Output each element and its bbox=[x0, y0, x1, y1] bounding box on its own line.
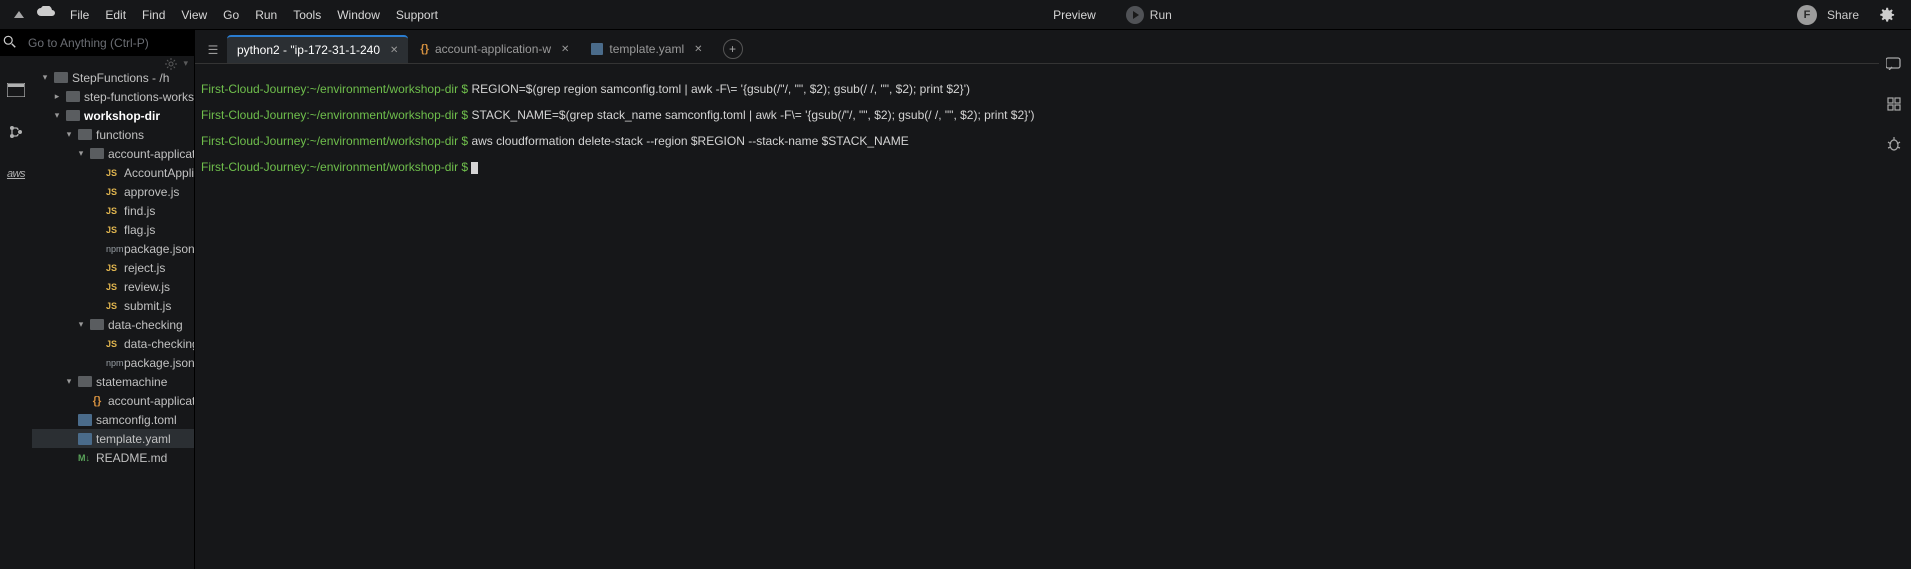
tree-toggle-icon[interactable]: ▾ bbox=[183, 58, 188, 73]
tree-file-readme[interactable]: M↓README.md bbox=[32, 448, 194, 467]
play-icon bbox=[1126, 6, 1144, 24]
goto-anything-input[interactable]: Go to Anything (Ctrl-P) bbox=[28, 36, 149, 50]
terminal-cmd-3: aws cloudformation delete-stack --region… bbox=[468, 134, 909, 148]
yaml-icon bbox=[591, 43, 603, 55]
js-icon: JS bbox=[106, 301, 120, 311]
tree-file-account-app-json[interactable]: {}account-applicatio bbox=[32, 391, 194, 410]
js-icon: JS bbox=[106, 339, 120, 349]
folder-icon bbox=[54, 72, 68, 83]
gear-icon[interactable] bbox=[1877, 6, 1895, 24]
tab-label: account-application-w bbox=[435, 42, 551, 56]
terminal-cmd-1: REGION=$(grep region samconfig.toml | aw… bbox=[468, 82, 970, 96]
tree-file-data-checking-js[interactable]: JSdata-checking.js bbox=[32, 334, 194, 353]
right-icon-rail bbox=[1879, 30, 1911, 569]
debugger-icon[interactable] bbox=[1886, 136, 1904, 154]
terminal-prompt: First-Cloud-Journey:~/environment/worksh… bbox=[201, 108, 468, 122]
tab-template-yaml[interactable]: template.yaml ✕ bbox=[581, 35, 712, 63]
tab-list-icon[interactable]: ☰ bbox=[203, 43, 223, 57]
menu-file[interactable]: File bbox=[62, 0, 97, 30]
menu-tools[interactable]: Tools bbox=[285, 0, 329, 30]
tab-label: template.yaml bbox=[609, 42, 684, 56]
tab-close-icon[interactable]: ✕ bbox=[390, 45, 398, 56]
run-label: Run bbox=[1150, 8, 1172, 22]
tree-file-samconfig[interactable]: samconfig.toml bbox=[32, 410, 194, 429]
tree-folder-data-checking[interactable]: data-checking bbox=[32, 315, 194, 334]
aws-icon[interactable]: aws bbox=[6, 164, 26, 184]
terminal-cursor bbox=[471, 162, 478, 174]
menu-run[interactable]: Run bbox=[247, 0, 285, 30]
tree-file-flag[interactable]: JSflag.js bbox=[32, 220, 194, 239]
terminal-prompt: First-Cloud-Journey:~/environment/worksh… bbox=[201, 160, 468, 174]
menu-window[interactable]: Window bbox=[329, 0, 388, 30]
avatar[interactable]: F bbox=[1797, 5, 1817, 25]
left-icon-rail: aws bbox=[0, 56, 32, 569]
new-tab-button[interactable]: + bbox=[723, 39, 743, 59]
cloud9-logo-icon[interactable] bbox=[36, 6, 54, 24]
menu-support[interactable]: Support bbox=[388, 0, 446, 30]
folder-icon bbox=[78, 376, 92, 387]
file-tree: ▾ StepFunctions - /h step-functions-work… bbox=[32, 56, 195, 569]
js-icon: JS bbox=[106, 187, 120, 197]
json-icon: {} bbox=[420, 43, 429, 55]
toml-icon bbox=[78, 414, 92, 426]
folder-icon bbox=[66, 110, 80, 121]
editor-area: ☰ python2 - "ip-172-31-1-240 ✕ {} accoun… bbox=[195, 30, 1879, 569]
yaml-icon bbox=[78, 433, 92, 445]
tree-folder-workshop-dir[interactable]: workshop-dir bbox=[32, 106, 194, 125]
tab-close-icon[interactable]: ✕ bbox=[694, 44, 702, 55]
environment-icon[interactable] bbox=[6, 80, 26, 100]
tree-settings: ▾ bbox=[165, 58, 188, 73]
terminal-cmd-2: STACK_NAME=$(grep stack_name samconfig.t… bbox=[468, 108, 1034, 122]
terminal-prompt: First-Cloud-Journey:~/environment/worksh… bbox=[201, 82, 468, 96]
menu-go[interactable]: Go bbox=[215, 0, 247, 30]
tree-file-approve[interactable]: JSapprove.js bbox=[32, 182, 194, 201]
tree-folder-account-application[interactable]: account-applicatio bbox=[32, 144, 194, 163]
share-button[interactable]: Share bbox=[1817, 8, 1869, 22]
terminal-prompt: First-Cloud-Journey:~/environment/worksh… bbox=[201, 134, 468, 148]
search-icon[interactable] bbox=[0, 35, 20, 52]
menubar: File Edit Find View Go Run Tools Window … bbox=[0, 0, 1911, 30]
js-icon: JS bbox=[106, 263, 120, 273]
tree-file-package-2[interactable]: npmpackage.json bbox=[32, 353, 194, 372]
js-icon: JS bbox=[106, 225, 120, 235]
tab-close-icon[interactable]: ✕ bbox=[561, 44, 569, 55]
tree-file-template[interactable]: template.yaml bbox=[32, 429, 194, 448]
terminal[interactable]: First-Cloud-Journey:~/environment/worksh… bbox=[195, 64, 1879, 569]
tab-bar: ☰ python2 - "ip-172-31-1-240 ✕ {} accoun… bbox=[195, 30, 1879, 64]
source-control-icon[interactable] bbox=[6, 122, 26, 142]
collaborate-icon[interactable] bbox=[1886, 56, 1904, 74]
preview-button[interactable]: Preview bbox=[1041, 8, 1108, 22]
folder-icon bbox=[90, 319, 104, 330]
js-icon: JS bbox=[106, 282, 120, 292]
menu-find[interactable]: Find bbox=[134, 0, 173, 30]
tab-account-application[interactable]: {} account-application-w ✕ bbox=[410, 35, 579, 63]
tree-file-package-1[interactable]: npmpackage.json bbox=[32, 239, 194, 258]
tree-file-review[interactable]: JSreview.js bbox=[32, 277, 194, 296]
up-triangle-icon[interactable] bbox=[14, 8, 28, 22]
folder-icon bbox=[78, 129, 92, 140]
tab-label: python2 - "ip-172-31-1-240 bbox=[237, 43, 380, 57]
tree-file-reject[interactable]: JSreject.js bbox=[32, 258, 194, 277]
tree-file-account-app-js[interactable]: JSAccountApplica bbox=[32, 163, 194, 182]
js-icon: JS bbox=[106, 168, 120, 178]
tree-folder-functions[interactable]: functions bbox=[32, 125, 194, 144]
menu-view[interactable]: View bbox=[173, 0, 215, 30]
md-icon: M↓ bbox=[78, 453, 92, 463]
tree-file-submit[interactable]: JSsubmit.js bbox=[32, 296, 194, 315]
folder-icon bbox=[66, 91, 80, 102]
folder-icon bbox=[90, 148, 104, 159]
json-icon: {} bbox=[90, 395, 104, 407]
tab-terminal[interactable]: python2 - "ip-172-31-1-240 ✕ bbox=[227, 35, 408, 63]
menu-edit[interactable]: Edit bbox=[97, 0, 134, 30]
outline-icon[interactable] bbox=[1886, 96, 1904, 114]
tree-gear-icon[interactable] bbox=[165, 58, 177, 73]
run-button[interactable]: Run bbox=[1114, 6, 1184, 24]
tree-folder-workshop[interactable]: step-functions-worksh bbox=[32, 87, 194, 106]
tree-folder-statemachine[interactable]: statemachine bbox=[32, 372, 194, 391]
npm-icon: npm bbox=[106, 358, 120, 368]
js-icon: JS bbox=[106, 206, 120, 216]
tree-file-find[interactable]: JSfind.js bbox=[32, 201, 194, 220]
npm-icon: npm bbox=[106, 244, 120, 254]
